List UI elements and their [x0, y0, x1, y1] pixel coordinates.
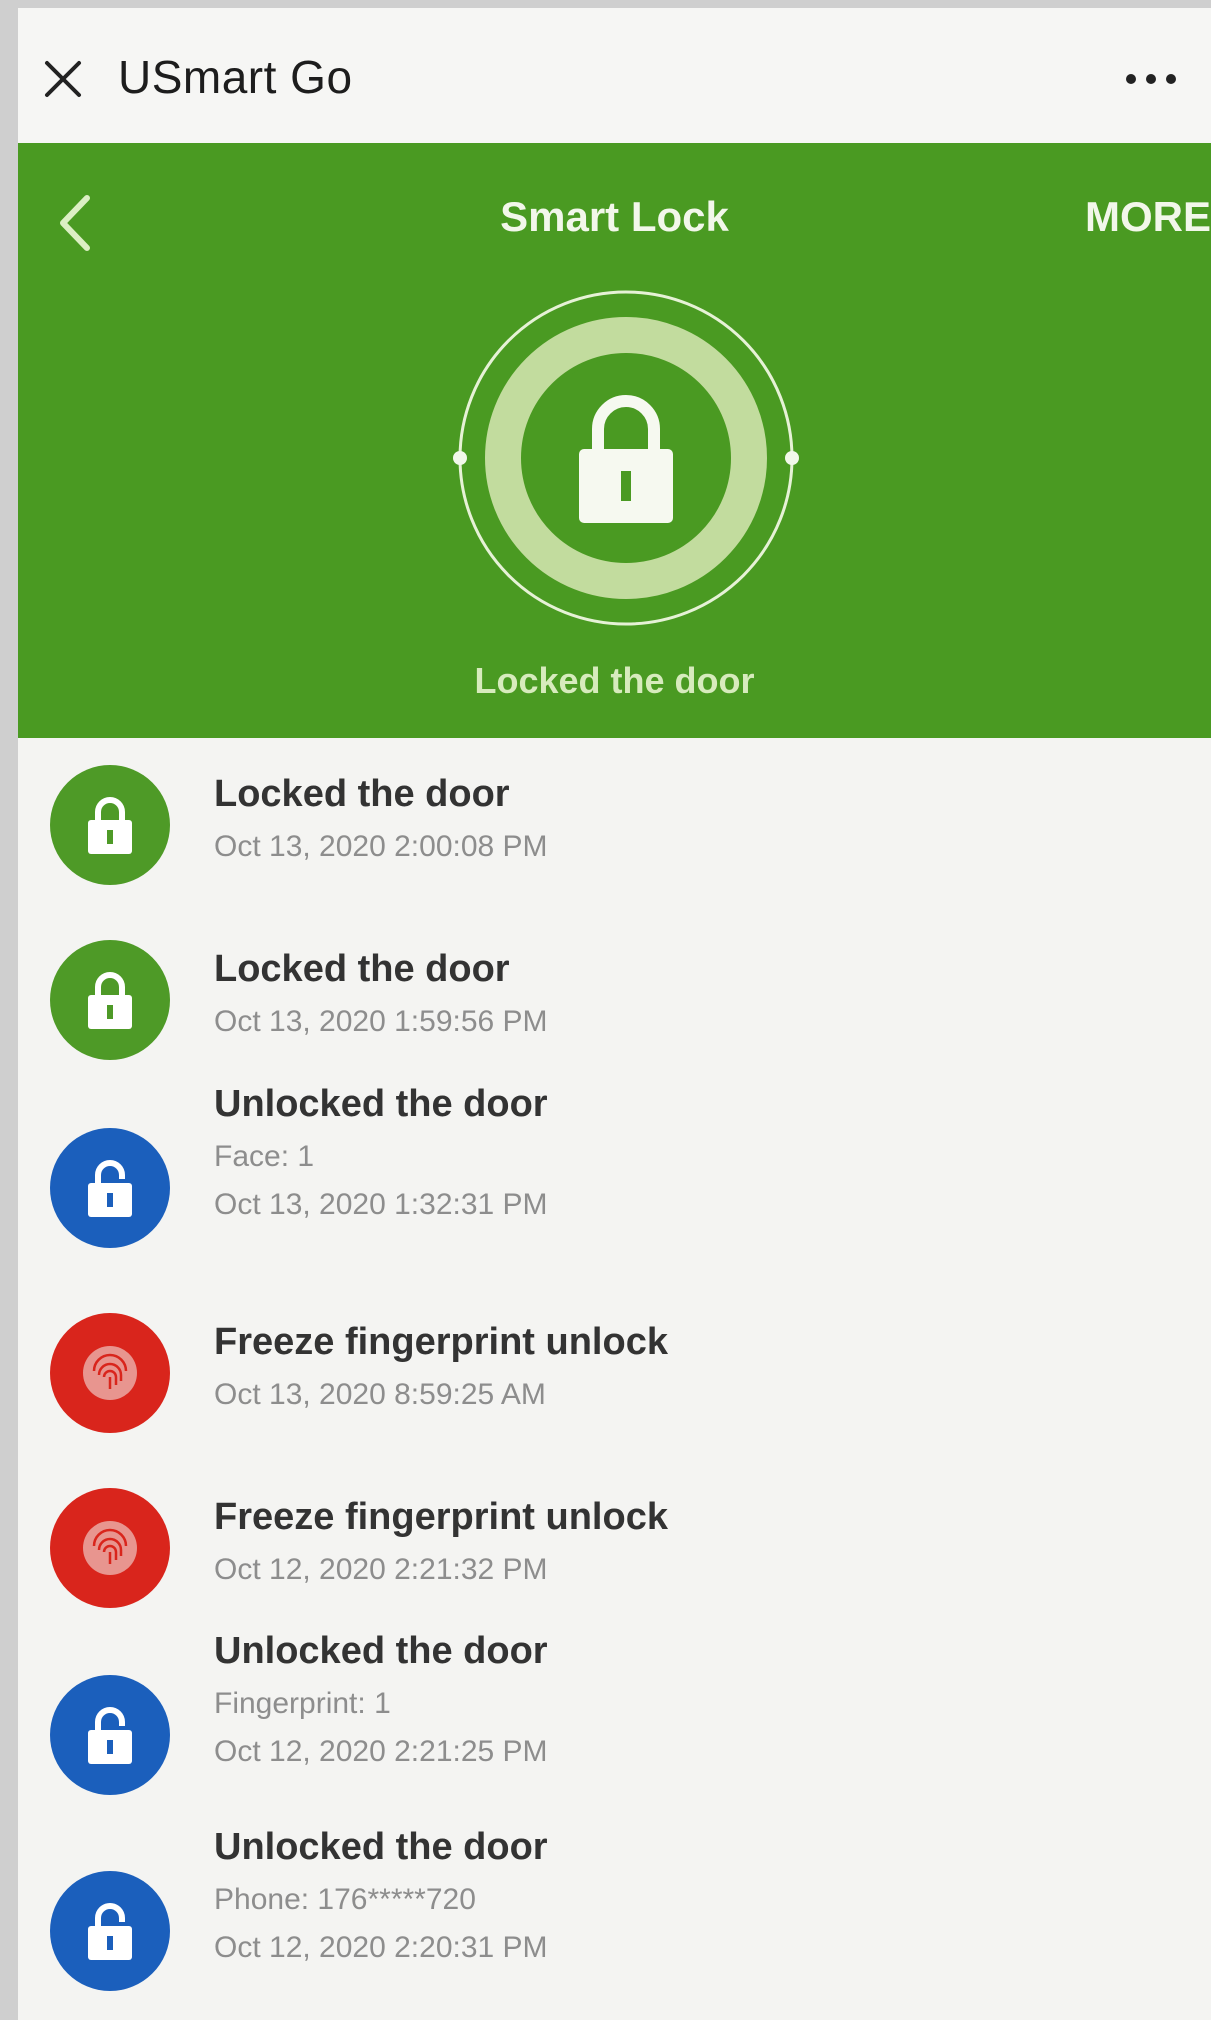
- app-screen: USmart Go Smart Lock MORE Locked the doo…: [18, 8, 1211, 2020]
- log-icon-badge: [50, 1871, 170, 1991]
- log-detail: Face: 1: [214, 1140, 315, 1173]
- page-title: Smart Lock: [500, 193, 729, 240]
- more-button[interactable]: MORE: [1085, 193, 1211, 241]
- lock-icon: [88, 972, 132, 1029]
- lock-icon: [88, 797, 132, 854]
- lock-dial-graphic: [453, 290, 799, 626]
- unlock-icon: [88, 1160, 132, 1217]
- log-timestamp: Oct 13, 2020 2:00:08 PM: [214, 830, 548, 863]
- log-text: Unlocked the door Face: 1 Oct 13, 2020 1…: [214, 1083, 548, 1222]
- log-text: Freeze fingerprint unlock Oct 13, 2020 8…: [214, 1321, 668, 1412]
- close-icon: [45, 61, 81, 97]
- log-text: Unlocked the door Fingerprint: 1 Oct 12,…: [214, 1630, 548, 1769]
- log-title: Locked the door: [214, 948, 510, 990]
- unlock-icon: [88, 1707, 132, 1764]
- window-menu-button[interactable]: [1111, 56, 1191, 102]
- close-button[interactable]: [32, 48, 94, 110]
- log-timestamp: Oct 12, 2020 2:21:25 PM: [214, 1735, 548, 1768]
- log-title: Unlocked the door: [214, 1083, 548, 1125]
- log-icon-badge: [50, 1313, 170, 1433]
- log-timestamp: Oct 13, 2020 1:59:56 PM: [214, 1005, 548, 1038]
- lock-toggle-button[interactable]: [451, 283, 801, 633]
- log-icon-badge: [50, 1675, 170, 1795]
- log-icon-badge: [50, 765, 170, 885]
- window-titlebar: USmart Go: [18, 8, 1211, 143]
- log-text: Locked the door Oct 13, 2020 1:59:56 PM: [214, 948, 548, 1039]
- log-timestamp: Oct 12, 2020 2:20:31 PM: [214, 1931, 548, 1964]
- lock-status-label: Locked the door: [474, 660, 755, 701]
- unlock-icon: [88, 1903, 132, 1960]
- log-text: Locked the door Oct 13, 2020 2:00:08 PM: [214, 773, 548, 864]
- log-detail: Phone: 176*****720: [214, 1883, 476, 1916]
- fingerprint-icon: [83, 1521, 137, 1575]
- log-title: Freeze fingerprint unlock: [214, 1496, 668, 1538]
- log-detail: Fingerprint: 1: [214, 1687, 391, 1720]
- log-timestamp: Oct 13, 2020 8:59:25 AM: [214, 1378, 546, 1411]
- log-text: Freeze fingerprint unlock Oct 12, 2020 2…: [214, 1496, 668, 1587]
- fingerprint-icon: [83, 1346, 137, 1400]
- lock-header: Smart Lock MORE Locked the door: [18, 143, 1211, 738]
- log-icon-badge: [50, 940, 170, 1060]
- log-timestamp: Oct 12, 2020 2:21:32 PM: [214, 1553, 548, 1586]
- log-timestamp: Oct 13, 2020 1:32:31 PM: [214, 1188, 548, 1221]
- log-icon-badge: [50, 1128, 170, 1248]
- log-title: Freeze fingerprint unlock: [214, 1321, 668, 1363]
- more-dots-icon: [1126, 74, 1176, 84]
- log-icon-badge: [50, 1488, 170, 1608]
- log-text: Unlocked the door Phone: 176*****720 Oct…: [214, 1826, 548, 1965]
- log-title: Unlocked the door: [214, 1826, 548, 1868]
- log-title: Locked the door: [214, 773, 510, 815]
- app-title: USmart Go: [118, 51, 353, 103]
- log-title: Unlocked the door: [214, 1630, 548, 1672]
